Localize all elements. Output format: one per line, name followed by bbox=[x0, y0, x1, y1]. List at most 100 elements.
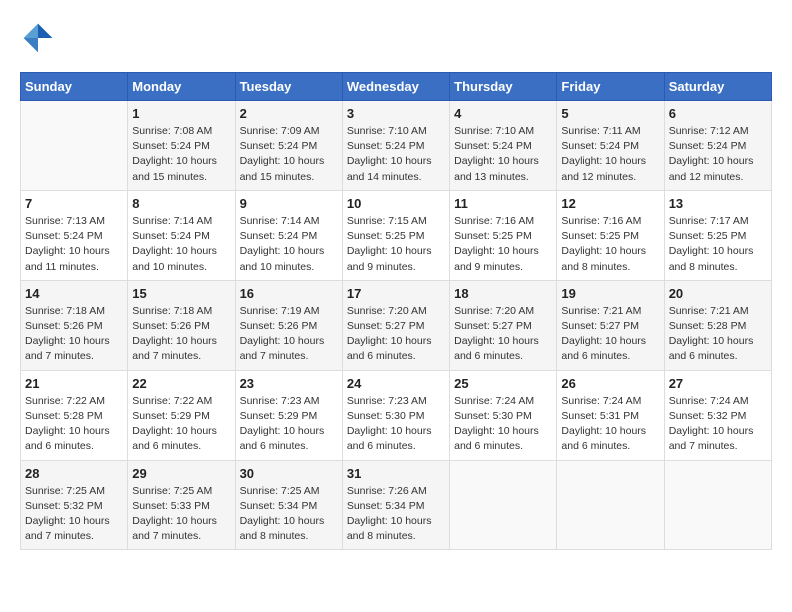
calendar-cell: 16 Sunrise: 7:19 AMSunset: 5:26 PMDayligh… bbox=[235, 280, 342, 370]
day-number: 28 bbox=[25, 466, 123, 481]
day-number: 18 bbox=[454, 286, 552, 301]
calendar-cell: 21 Sunrise: 7:22 AMSunset: 5:28 PMDayligh… bbox=[21, 370, 128, 460]
day-info: Sunrise: 7:25 AMSunset: 5:33 PMDaylight:… bbox=[132, 484, 230, 545]
day-number: 25 bbox=[454, 376, 552, 391]
day-number: 19 bbox=[561, 286, 659, 301]
calendar-cell: 24Sunrise: 7:23 AMSunset: 5:30 PMDayligh… bbox=[342, 370, 449, 460]
calendar-table: SundayMondayTuesdayWednesdayThursdayFrid… bbox=[20, 72, 772, 550]
calendar-cell: 12Sunrise: 7:16 AMSunset: 5:25 PMDayligh… bbox=[557, 190, 664, 280]
day-number: 26 bbox=[561, 376, 659, 391]
calendar-cell: 9Sunrise: 7:14 AMSunset: 5:24 PMDaylight… bbox=[235, 190, 342, 280]
day-number: 13 bbox=[669, 196, 767, 211]
calendar-cell: 11 Sunrise: 7:16 AMSunset: 5:25 PMDayligh… bbox=[450, 190, 557, 280]
day-info: Sunrise: 7:25 AMSunset: 5:32 PMDaylight:… bbox=[25, 484, 123, 545]
day-number: 7 bbox=[25, 196, 123, 211]
logo bbox=[20, 20, 62, 56]
day-info: Sunrise: 7:10 AMSunset: 5:24 PMDaylight:… bbox=[454, 124, 552, 185]
dow-header: Sunday bbox=[21, 73, 128, 101]
dow-header: Wednesday bbox=[342, 73, 449, 101]
calendar-week-row: 7 Sunrise: 7:13 AMSunset: 5:24 PMDaylight… bbox=[21, 190, 772, 280]
day-info: Sunrise: 7:23 AMSunset: 5:29 PMDaylight:… bbox=[240, 394, 338, 455]
dow-header: Monday bbox=[128, 73, 235, 101]
calendar-cell: 14 Sunrise: 7:18 AMSunset: 5:26 PMDayligh… bbox=[21, 280, 128, 370]
day-info: Sunrise: 7:21 AMSunset: 5:27 PMDaylight:… bbox=[561, 304, 659, 365]
calendar-cell: 29 Sunrise: 7:25 AMSunset: 5:33 PMDayligh… bbox=[128, 460, 235, 550]
day-number: 1 bbox=[132, 106, 230, 121]
calendar-cell bbox=[664, 460, 771, 550]
calendar-cell: 18 Sunrise: 7:20 AMSunset: 5:27 PMDayligh… bbox=[450, 280, 557, 370]
calendar-cell: 3 Sunrise: 7:10 AMSunset: 5:24 PMDaylight… bbox=[342, 101, 449, 191]
day-info: Sunrise: 7:10 AMSunset: 5:24 PMDaylight:… bbox=[347, 124, 445, 185]
day-number: 14 bbox=[25, 286, 123, 301]
page: SundayMondayTuesdayWednesdayThursdayFrid… bbox=[20, 20, 772, 550]
day-info: Sunrise: 7:17 AMSunset: 5:25 PMDaylight:… bbox=[669, 214, 767, 275]
header-row: SundayMondayTuesdayWednesdayThursdayFrid… bbox=[21, 73, 772, 101]
day-number: 24 bbox=[347, 376, 445, 391]
calendar-cell: 27Sunrise: 7:24 AMSunset: 5:32 PMDayligh… bbox=[664, 370, 771, 460]
calendar-cell: 13 Sunrise: 7:17 AMSunset: 5:25 PMDayligh… bbox=[664, 190, 771, 280]
day-info: Sunrise: 7:08 AMSunset: 5:24 PMDaylight:… bbox=[132, 124, 230, 185]
day-info: Sunrise: 7:22 AMSunset: 5:28 PMDaylight:… bbox=[25, 394, 123, 455]
day-info: Sunrise: 7:24 AMSunset: 5:31 PMDaylight:… bbox=[561, 394, 659, 455]
day-number: 15 bbox=[132, 286, 230, 301]
calendar-cell: 7 Sunrise: 7:13 AMSunset: 5:24 PMDaylight… bbox=[21, 190, 128, 280]
day-number: 3 bbox=[347, 106, 445, 121]
day-number: 5 bbox=[561, 106, 659, 121]
day-number: 4 bbox=[454, 106, 552, 121]
calendar-cell: 15 Sunrise: 7:18 AMSunset: 5:26 PMDayligh… bbox=[128, 280, 235, 370]
day-info: Sunrise: 7:26 AMSunset: 5:34 PMDaylight:… bbox=[347, 484, 445, 545]
day-info: Sunrise: 7:09 AMSunset: 5:24 PMDaylight:… bbox=[240, 124, 338, 185]
calendar-cell: 28 Sunrise: 7:25 AMSunset: 5:32 PMDayligh… bbox=[21, 460, 128, 550]
day-number: 2 bbox=[240, 106, 338, 121]
calendar-cell: 6 Sunrise: 7:12 AMSunset: 5:24 PMDaylight… bbox=[664, 101, 771, 191]
dow-header: Tuesday bbox=[235, 73, 342, 101]
day-number: 22 bbox=[132, 376, 230, 391]
calendar-week-row: 28 Sunrise: 7:25 AMSunset: 5:32 PMDayligh… bbox=[21, 460, 772, 550]
calendar-cell: 1 Sunrise: 7:08 AMSunset: 5:24 PMDaylight… bbox=[128, 101, 235, 191]
day-number: 8 bbox=[132, 196, 230, 211]
day-number: 11 bbox=[454, 196, 552, 211]
calendar-week-row: 1 Sunrise: 7:08 AMSunset: 5:24 PMDaylight… bbox=[21, 101, 772, 191]
header bbox=[20, 20, 772, 56]
dow-header: Friday bbox=[557, 73, 664, 101]
calendar-cell: 5 Sunrise: 7:11 AMSunset: 5:24 PMDaylight… bbox=[557, 101, 664, 191]
dow-header: Saturday bbox=[664, 73, 771, 101]
day-number: 12 bbox=[561, 196, 659, 211]
day-number: 21 bbox=[25, 376, 123, 391]
calendar-cell: 2 Sunrise: 7:09 AMSunset: 5:24 PMDaylight… bbox=[235, 101, 342, 191]
day-info: Sunrise: 7:18 AMSunset: 5:26 PMDaylight:… bbox=[132, 304, 230, 365]
day-info: Sunrise: 7:20 AMSunset: 5:27 PMDaylight:… bbox=[454, 304, 552, 365]
calendar-cell bbox=[557, 460, 664, 550]
day-info: Sunrise: 7:11 AMSunset: 5:24 PMDaylight:… bbox=[561, 124, 659, 185]
day-number: 31 bbox=[347, 466, 445, 481]
calendar-week-row: 14 Sunrise: 7:18 AMSunset: 5:26 PMDayligh… bbox=[21, 280, 772, 370]
day-info: Sunrise: 7:16 AMSunset: 5:25 PMDaylight:… bbox=[454, 214, 552, 275]
day-info: Sunrise: 7:24 AMSunset: 5:32 PMDaylight:… bbox=[669, 394, 767, 455]
day-info: Sunrise: 7:19 AMSunset: 5:26 PMDaylight:… bbox=[240, 304, 338, 365]
calendar-cell: 25 Sunrise: 7:24 AMSunset: 5:30 PMDayligh… bbox=[450, 370, 557, 460]
calendar-cell: 26 Sunrise: 7:24 AMSunset: 5:31 PMDayligh… bbox=[557, 370, 664, 460]
calendar-cell: 19 Sunrise: 7:21 AMSunset: 5:27 PMDayligh… bbox=[557, 280, 664, 370]
day-number: 30 bbox=[240, 466, 338, 481]
day-info: Sunrise: 7:22 AMSunset: 5:29 PMDaylight:… bbox=[132, 394, 230, 455]
calendar-week-row: 21 Sunrise: 7:22 AMSunset: 5:28 PMDayligh… bbox=[21, 370, 772, 460]
calendar-cell bbox=[21, 101, 128, 191]
calendar-cell: 4 Sunrise: 7:10 AMSunset: 5:24 PMDaylight… bbox=[450, 101, 557, 191]
dow-header: Thursday bbox=[450, 73, 557, 101]
day-info: Sunrise: 7:14 AMSunset: 5:24 PMDaylight:… bbox=[240, 214, 338, 275]
day-number: 17 bbox=[347, 286, 445, 301]
day-info: Sunrise: 7:13 AMSunset: 5:24 PMDaylight:… bbox=[25, 214, 123, 275]
calendar-cell bbox=[450, 460, 557, 550]
day-number: 20 bbox=[669, 286, 767, 301]
day-number: 29 bbox=[132, 466, 230, 481]
day-info: Sunrise: 7:18 AMSunset: 5:26 PMDaylight:… bbox=[25, 304, 123, 365]
day-info: Sunrise: 7:24 AMSunset: 5:30 PMDaylight:… bbox=[454, 394, 552, 455]
day-number: 16 bbox=[240, 286, 338, 301]
day-info: Sunrise: 7:20 AMSunset: 5:27 PMDaylight:… bbox=[347, 304, 445, 365]
day-info: Sunrise: 7:14 AMSunset: 5:24 PMDaylight:… bbox=[132, 214, 230, 275]
day-number: 10 bbox=[347, 196, 445, 211]
day-number: 6 bbox=[669, 106, 767, 121]
day-info: Sunrise: 7:12 AMSunset: 5:24 PMDaylight:… bbox=[669, 124, 767, 185]
day-info: Sunrise: 7:15 AMSunset: 5:25 PMDaylight:… bbox=[347, 214, 445, 275]
day-info: Sunrise: 7:21 AMSunset: 5:28 PMDaylight:… bbox=[669, 304, 767, 365]
